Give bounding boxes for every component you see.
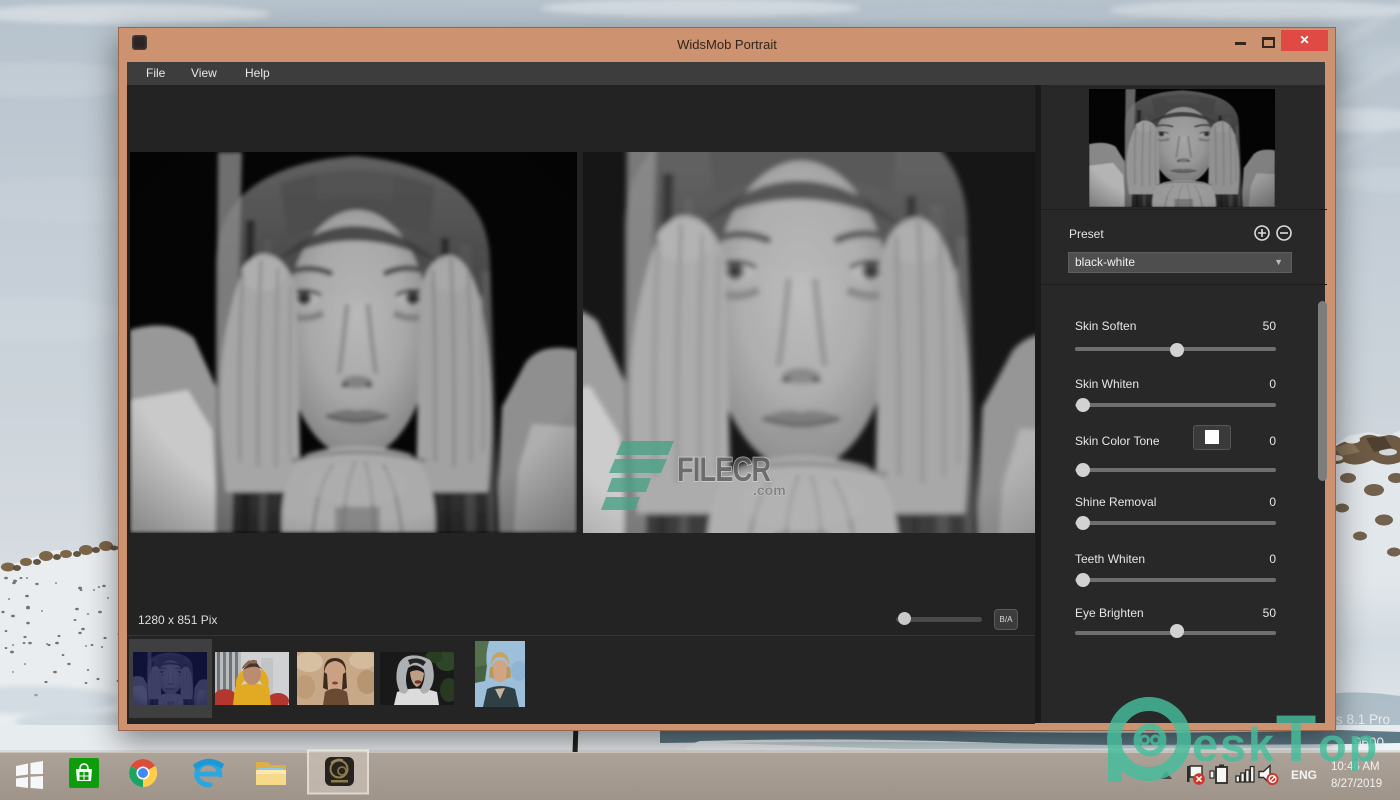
svg-text:.com: .com	[753, 482, 786, 498]
svg-text:8/27/2019: 8/27/2019	[1331, 778, 1382, 790]
svg-text:eskTop: eskTop	[1192, 701, 1379, 775]
